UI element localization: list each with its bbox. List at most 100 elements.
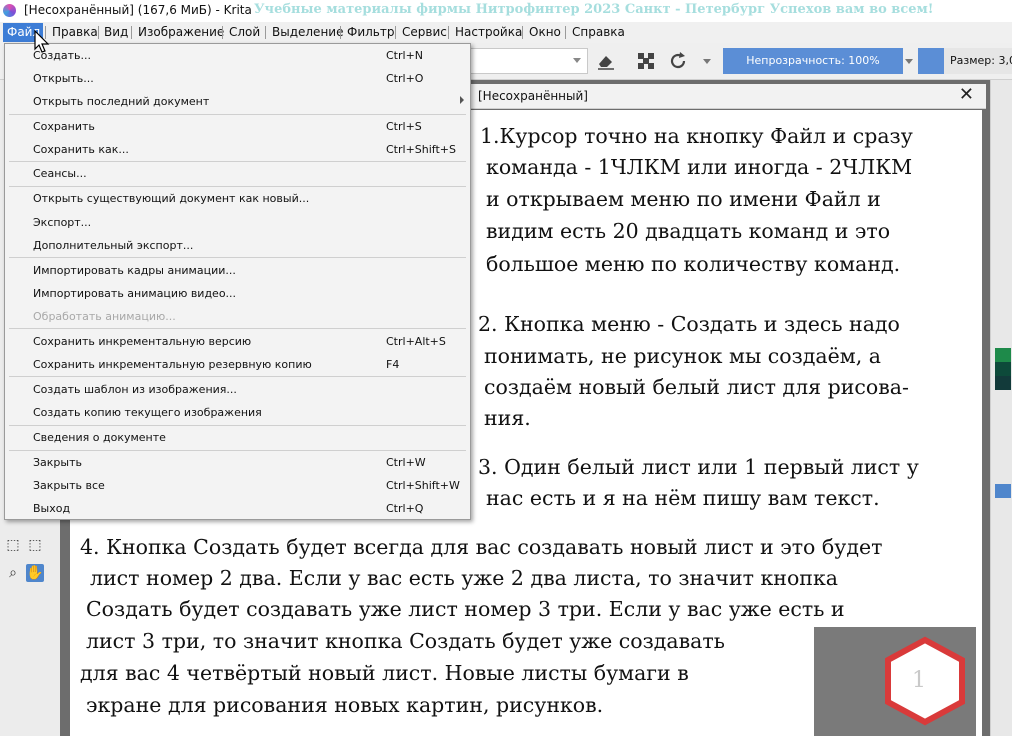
menu-item-create-copy[interactable]: Создать копию текущего изображения <box>33 406 262 419</box>
menu-item-close[interactable]: Закрыть <box>33 456 82 469</box>
doc-text-line: 2. Кнопка меню - Создать и здесь надо <box>478 312 900 336</box>
size-label: Размер: 3,0 <box>950 54 1012 67</box>
menu-item-open[interactable]: Открыть... <box>33 72 94 85</box>
menu-item-import-video[interactable]: Импортировать анимацию видео... <box>33 287 236 300</box>
menu-item-export-advanced[interactable]: Дополнительный экспорт... <box>33 239 193 252</box>
badge-number: 1 <box>912 668 926 693</box>
doc-text-line: нас есть и я на нём пишу вам текст. <box>486 486 880 510</box>
menu-separator <box>448 26 449 39</box>
menu-view[interactable]: Вид <box>104 25 128 39</box>
menu-help[interactable]: Справка <box>572 25 625 39</box>
menu-divider <box>9 186 466 187</box>
doc-text-line: 3. Один белый лист или 1 первый лист у <box>478 455 919 479</box>
pan-hand-icon[interactable]: ✋ <box>26 564 44 582</box>
menu-separator <box>222 26 223 39</box>
menu-divider <box>9 161 466 162</box>
shortcut-label: Ctrl+N <box>386 49 424 62</box>
menu-item-quit[interactable]: Выход <box>33 502 70 515</box>
doc-text-line: для вас 4 четвёртый новый лист. Новые ли… <box>80 661 689 685</box>
chevron-down-icon[interactable] <box>703 59 711 64</box>
menu-select[interactable]: Выделение <box>272 25 343 39</box>
shortcut-label: Ctrl+Alt+S <box>386 335 446 348</box>
size-slider-fill <box>918 48 944 74</box>
shortcut-label: Ctrl+W <box>386 456 426 469</box>
menu-filter[interactable]: Фильтр <box>347 25 394 39</box>
menu-separator <box>395 26 396 39</box>
close-icon[interactable]: ✕ <box>959 84 974 105</box>
menu-separator <box>98 26 99 39</box>
menu-item-open-as-new[interactable]: Открыть существующий документ как новый.… <box>33 192 309 205</box>
menu-edit[interactable]: Правка <box>52 25 98 39</box>
doc-text-line: большое меню по количеству команд. <box>486 252 901 276</box>
doc-text-line: лист номер 2 два. Если у вас есть уже 2 … <box>90 566 838 590</box>
menu-separator <box>565 26 566 39</box>
doc-text-line: команда - 1ЧЛКМ или иногда - 2ЧЛКМ <box>486 155 913 179</box>
shortcut-label: Ctrl+S <box>386 120 422 133</box>
reload-preset-icon[interactable] <box>668 51 688 71</box>
submenu-arrow-icon <box>460 96 464 104</box>
shortcut-label: Ctrl+Shift+W <box>386 479 460 492</box>
doc-text-line: Создать будет создавать уже лист номер 3… <box>86 597 845 621</box>
menu-item-incremental-backup[interactable]: Сохранить инкрементальную резервную копи… <box>33 358 312 371</box>
menu-bar: Файл Правка Вид Изображение Слой Выделен… <box>0 22 1012 43</box>
menu-item-sessions[interactable]: Сеансы... <box>33 167 87 180</box>
color-swatch[interactable] <box>995 376 1011 390</box>
chevron-down-icon <box>573 58 581 63</box>
menu-item-create-template[interactable]: Создать шаблон из изображения... <box>33 383 237 396</box>
right-docker-panel <box>990 80 1012 736</box>
title-bar: [Несохранённый] (167,6 МиБ) - Krita Учеб… <box>0 0 1012 22</box>
menu-window[interactable]: Окно <box>529 25 561 39</box>
menu-item-save[interactable]: Сохранить <box>33 120 95 133</box>
color-swatch[interactable] <box>995 348 1011 362</box>
alpha-lock-icon[interactable] <box>636 51 656 71</box>
menu-divider <box>9 450 466 451</box>
menu-item-save-as[interactable]: Сохранить как... <box>33 143 129 156</box>
doc-text-line: видим есть 20 двадцать команд и это <box>486 219 891 243</box>
krita-app-icon <box>3 4 16 17</box>
color-swatch[interactable] <box>995 362 1011 376</box>
menu-separator <box>522 26 523 39</box>
doc-text-line: ния. <box>484 406 531 430</box>
document-tab-label: [Несохранённый] <box>478 89 588 103</box>
menu-separator <box>340 26 341 39</box>
menu-image[interactable]: Изображение <box>138 25 224 39</box>
menu-divider <box>9 257 466 258</box>
eraser-icon[interactable] <box>596 51 616 71</box>
menu-divider <box>9 376 466 377</box>
menu-divider <box>9 114 466 115</box>
zoom-icon[interactable]: ⌕ <box>4 564 22 582</box>
shortcut-label: Ctrl+Shift+S <box>386 143 456 156</box>
menu-separator <box>131 26 132 39</box>
chevron-down-icon[interactable] <box>905 59 913 64</box>
menu-item-render-animation: Обработать анимацию... <box>33 310 176 323</box>
menu-item-open-recent[interactable]: Открыть последний документ <box>33 95 209 108</box>
menu-settings[interactable]: Настройка <box>455 25 522 39</box>
active-layer-marker[interactable] <box>995 484 1011 498</box>
opacity-slider[interactable]: Непрозрачность: 100% <box>723 48 903 74</box>
doc-text-line: экране для рисования новых картин, рисун… <box>86 693 604 717</box>
watermark-text: Учебные материалы фирмы Нитрофинтер 2023… <box>254 2 934 17</box>
menu-item-document-info[interactable]: Сведения о документе <box>33 431 166 444</box>
menu-tools[interactable]: Сервис <box>402 25 447 39</box>
brush-preset-combo[interactable] <box>468 48 588 74</box>
mouse-cursor-icon <box>34 30 50 53</box>
rect-select-icon[interactable]: ⬚ <box>4 536 22 554</box>
doc-text-line: 1.Курсор точно на кнопку Файл и сразу <box>480 124 913 148</box>
menu-separator <box>265 26 266 39</box>
shortcut-label: Ctrl+O <box>386 72 424 85</box>
document-tab[interactable]: [Несохранённый] ✕ <box>468 84 986 109</box>
menu-divider <box>9 328 466 329</box>
size-slider[interactable]: Размер: 3,0 <box>918 48 1012 74</box>
magic-select-icon[interactable]: ⬚ <box>26 536 44 554</box>
menu-item-import-frames[interactable]: Импортировать кадры анимации... <box>33 264 236 277</box>
menu-layer[interactable]: Слой <box>229 25 260 39</box>
menu-item-export[interactable]: Экспорт... <box>33 216 91 229</box>
doc-text-line: и открываем меню по имени Файл и <box>486 187 881 211</box>
doc-text-line: создаём новый белый лист для рисова- <box>484 375 909 399</box>
file-menu-dropdown: Создать... Ctrl+N Открыть... Ctrl+O Откр… <box>4 43 471 520</box>
doc-text-line: понимать, не рисунок мы создаём, а <box>484 344 881 368</box>
shortcut-label: F4 <box>386 358 400 371</box>
menu-item-incremental-version[interactable]: Сохранить инкрементальную версию <box>33 335 251 348</box>
doc-text-line: лист 3 три, то значит кнопка Создать буд… <box>86 629 725 653</box>
menu-item-close-all[interactable]: Закрыть все <box>33 479 105 492</box>
